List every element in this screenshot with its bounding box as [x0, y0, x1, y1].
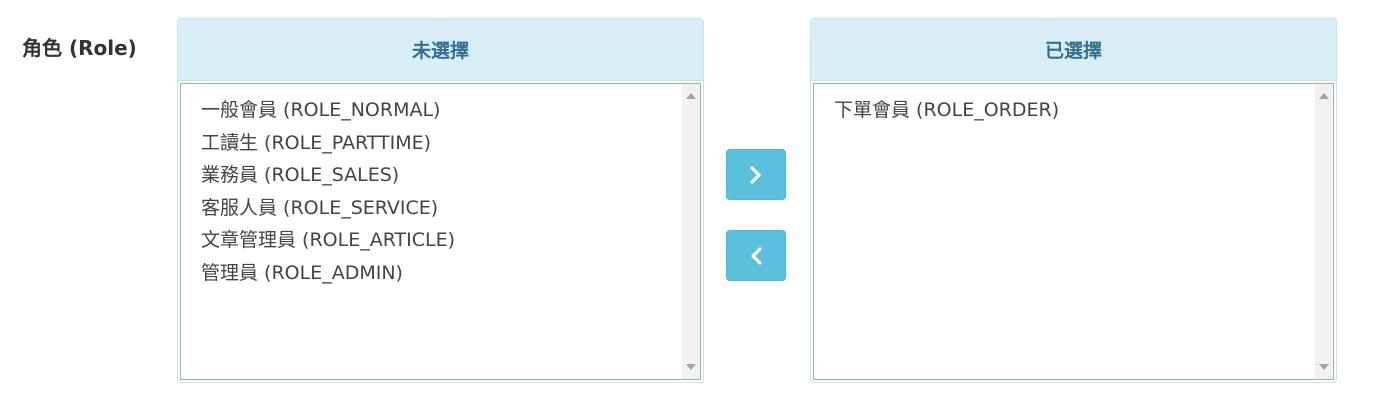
chevron-right-icon: [750, 165, 761, 184]
chevron-left-icon: [751, 246, 762, 265]
scroll-down-icon[interactable]: [1319, 364, 1329, 370]
available-list: 一般會員 (ROLE_NORMAL) 工讀生 (ROLE_PARTTIME) 業…: [181, 84, 682, 379]
scroll-down-icon[interactable]: [686, 364, 696, 370]
list-item[interactable]: 文章管理員 (ROLE_ARTICLE): [201, 224, 682, 257]
scroll-up-icon[interactable]: [1319, 93, 1329, 99]
scroll-up-icon[interactable]: [686, 93, 696, 99]
available-listbox[interactable]: 一般會員 (ROLE_NORMAL) 工讀生 (ROLE_PARTTIME) 業…: [180, 83, 701, 380]
role-label: 角色 (Role): [22, 36, 137, 60]
available-panel-heading: 未選擇: [178, 19, 703, 81]
selected-panel: 已選擇 下單會員 (ROLE_ORDER): [810, 18, 1337, 383]
available-panel: 未選擇 一般會員 (ROLE_NORMAL) 工讀生 (ROLE_PARTTIM…: [177, 18, 704, 383]
selected-panel-heading: 已選擇: [811, 19, 1336, 81]
add-selected-button[interactable]: [726, 149, 786, 200]
selected-scrollbar[interactable]: [1315, 84, 1333, 379]
list-item[interactable]: 下單會員 (ROLE_ORDER): [834, 94, 1315, 127]
list-item[interactable]: 客服人員 (ROLE_SERVICE): [201, 192, 682, 225]
list-item[interactable]: 管理員 (ROLE_ADMIN): [201, 257, 682, 290]
selected-list: 下單會員 (ROLE_ORDER): [814, 84, 1315, 379]
list-item[interactable]: 業務員 (ROLE_SALES): [201, 159, 682, 192]
available-scrollbar[interactable]: [682, 84, 700, 379]
selected-listbox[interactable]: 下單會員 (ROLE_ORDER): [813, 83, 1334, 380]
list-item[interactable]: 工讀生 (ROLE_PARTTIME): [201, 127, 682, 160]
list-item[interactable]: 一般會員 (ROLE_NORMAL): [201, 94, 682, 127]
remove-selected-button[interactable]: [726, 230, 786, 281]
